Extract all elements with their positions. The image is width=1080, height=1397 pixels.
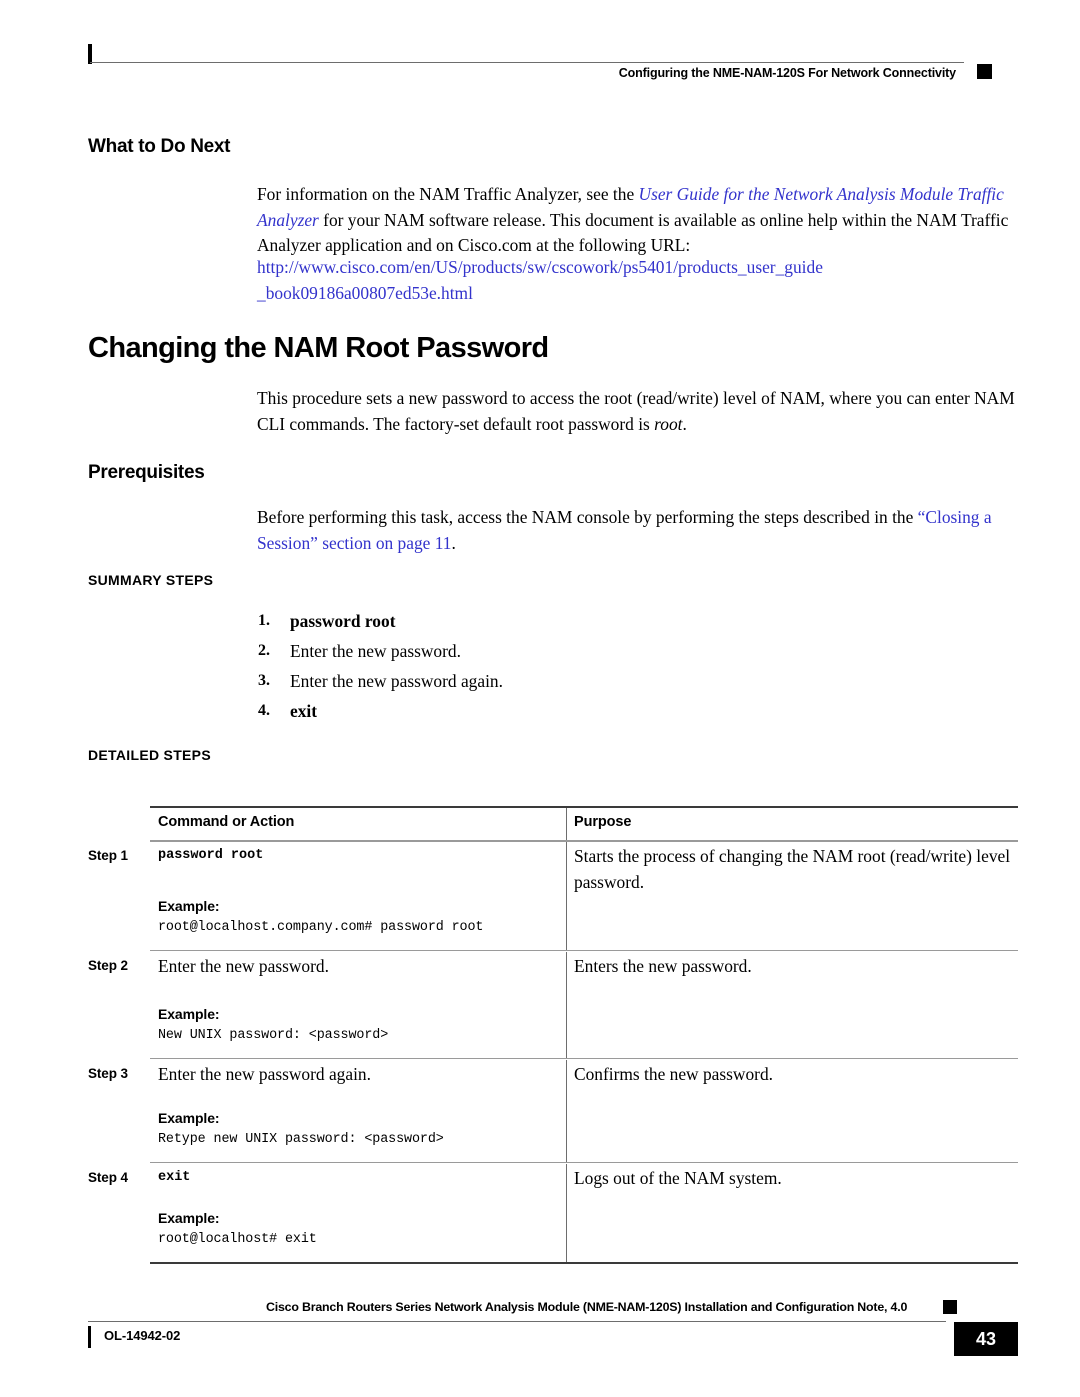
purpose-cell: Enters the new password.	[574, 956, 752, 976]
step-label: Step 4	[88, 1170, 128, 1185]
root-password-text-lead: This procedure sets a new password to ac…	[257, 388, 1015, 434]
page-header: Configuring the NME-NAM-120S For Network…	[88, 44, 992, 80]
command-cell-text: Enter the new password.	[158, 956, 329, 976]
summary-step-item: 4. exit	[258, 696, 678, 726]
footer-page-number-box: 43	[954, 1322, 1018, 1356]
summary-step-item: 1. password root	[258, 606, 678, 636]
command-cell-code: password root	[158, 848, 264, 863]
table-top-border	[150, 806, 1018, 808]
prerequisites-text-lead: Before performing this task, access the …	[257, 507, 918, 527]
example-label: Example:	[158, 1110, 220, 1126]
summary-step-number: 4.	[258, 702, 270, 719]
summary-step-text: Enter the new password.	[290, 641, 461, 661]
footer-left-tick-mark	[88, 1326, 91, 1348]
cisco-url-block: http://www.cisco.com/en/US/products/sw/c…	[257, 255, 1019, 306]
column-header-purpose: Purpose	[574, 814, 632, 830]
summary-step-text: password root	[290, 611, 396, 631]
table-bottom-border	[150, 1262, 1018, 1264]
heading-what-to-do-next: What to Do Next	[88, 136, 231, 157]
header-left-tick-mark	[88, 44, 92, 64]
table-column-divider	[566, 842, 567, 950]
what-to-do-next-paragraph: For information on the NAM Traffic Analy…	[257, 182, 1019, 259]
summary-step-number: 2.	[258, 642, 270, 659]
example-label: Example:	[158, 1006, 220, 1022]
footer-page-number: 43	[975, 1329, 997, 1349]
paragraph-text-lead: For information on the NAM Traffic Analy…	[257, 184, 639, 204]
example-code: root@localhost.company.com# password roo…	[158, 920, 484, 935]
example-label: Example:	[158, 1210, 220, 1226]
summary-step-item: 3. Enter the new password again.	[258, 666, 678, 696]
example-code: New UNIX password: <password>	[158, 1028, 389, 1043]
prerequisites-text-tail: .	[451, 532, 456, 553]
header-rule-divider	[90, 62, 964, 63]
cisco-url-link-line-1[interactable]: http://www.cisco.com/en/US/products/sw/c…	[257, 257, 823, 277]
footer-rule-divider	[88, 1321, 946, 1322]
prerequisites-paragraph: Before performing this task, access the …	[257, 505, 1019, 556]
column-header-command-or-action: Command or Action	[158, 814, 295, 830]
summary-step-text: exit	[290, 701, 318, 721]
purpose-cell: Starts the process of changing the NAM r…	[574, 846, 1011, 892]
changing-root-password-paragraph: This procedure sets a new password to ac…	[257, 386, 1019, 437]
purpose-cell: Logs out of the NAM system.	[574, 1168, 782, 1188]
summary-step-item: 2. Enter the new password.	[258, 636, 678, 666]
table-column-divider	[566, 1164, 567, 1262]
command-cell-text: Enter the new password again.	[158, 1064, 371, 1084]
table-row-divider	[150, 950, 1018, 951]
heading-summary-steps: SUMMARY STEPS	[88, 572, 214, 588]
summary-step-number: 1.	[258, 612, 270, 629]
root-password-text-tail: .	[682, 413, 687, 434]
footer-document-id: OL-14942-02	[104, 1328, 181, 1343]
purpose-cell: Confirms the new password.	[574, 1064, 773, 1084]
paragraph-text-tail: for your NAM software release. This docu…	[257, 209, 1009, 256]
table-header-border	[150, 840, 1018, 842]
summary-step-text: Enter the new password again.	[290, 671, 503, 691]
example-label: Example:	[158, 898, 220, 914]
page-footer: Cisco Branch Routers Series Network Anal…	[88, 1300, 1020, 1380]
table-row-divider	[150, 1162, 1018, 1163]
step-label: Step 2	[88, 958, 128, 973]
footer-document-title: Cisco Branch Routers Series Network Anal…	[266, 1300, 908, 1314]
table-column-divider	[566, 952, 567, 1058]
step-label: Step 1	[88, 848, 128, 863]
header-black-square-marker	[977, 64, 992, 79]
example-code: root@localhost# exit	[158, 1232, 317, 1247]
table-row-divider	[150, 1058, 1018, 1059]
step-label: Step 3	[88, 1066, 128, 1081]
heading-detailed-steps: DETAILED STEPS	[88, 747, 211, 763]
root-keyword-italic: root	[654, 413, 683, 434]
summary-steps-list: 1. password root 2. Enter the new password.…	[258, 606, 678, 726]
example-code: Retype new UNIX password: <password>	[158, 1132, 444, 1147]
table-column-divider	[566, 1060, 567, 1162]
footer-black-square-marker	[943, 1300, 957, 1314]
table-header-column-divider	[566, 808, 567, 840]
heading-changing-nam-root-password: Changing the NAM Root Password	[88, 332, 549, 364]
cisco-url-link-line-2[interactable]: _book09186a00807ed53e.html	[257, 283, 473, 303]
heading-prerequisites: Prerequisites	[88, 462, 205, 483]
command-cell-code: exit	[158, 1170, 191, 1185]
summary-step-number: 3.	[258, 672, 270, 689]
running-header-title: Configuring the NME-NAM-120S For Network…	[618, 66, 956, 80]
